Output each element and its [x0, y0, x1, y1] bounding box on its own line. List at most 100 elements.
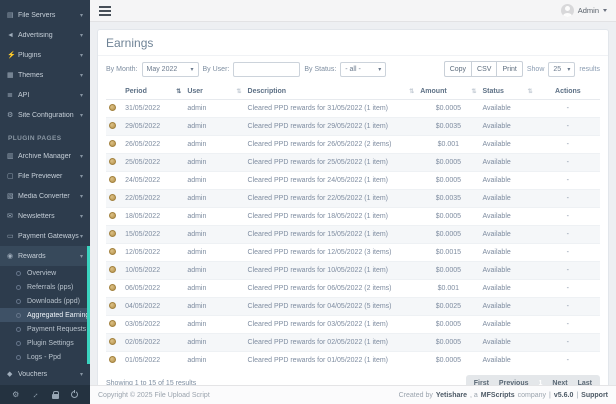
brand-link[interactable]: Yetishare: [436, 392, 467, 399]
cell-amount: $0.0035: [417, 190, 479, 208]
column-header-period[interactable]: Period: [122, 84, 184, 100]
sidebar-subitem-label: Referrals (pps): [27, 284, 73, 291]
cell-user: admin: [184, 316, 244, 334]
sidebar-bottom-bar: [0, 385, 90, 404]
cell-description: Cleared PPD rewards for 25/05/2022 (1 it…: [245, 154, 418, 172]
sidebar-subitem[interactable]: Overview: [0, 266, 90, 280]
sidebar-subitem[interactable]: Plugin Settings: [0, 336, 90, 350]
sidebar-item-vouchers[interactable]: ◆ Vouchers: [0, 364, 90, 384]
hamburger-menu-icon[interactable]: [99, 6, 111, 16]
cell-period: 04/05/2022: [122, 298, 184, 316]
envelope-icon: ✉: [7, 212, 18, 220]
csv-button[interactable]: CSV: [471, 61, 497, 77]
admin-menu[interactable]: Admin: [561, 4, 607, 17]
sidebar-item[interactable]: ▦ Themes: [0, 65, 90, 85]
chevron-down-icon: [80, 112, 83, 119]
power-icon[interactable]: [71, 391, 78, 398]
month-select[interactable]: May 2022: [142, 62, 199, 77]
chevron-down-icon: [603, 9, 607, 12]
cell-icon: [106, 352, 122, 370]
coin-icon: [109, 356, 116, 363]
credits-suffix: company: [518, 392, 546, 399]
sidebar-item[interactable]: ▤ File Servers: [0, 5, 90, 25]
cell-icon: [106, 118, 122, 136]
sidebar-subitem[interactable]: Downloads (ppd): [0, 294, 90, 308]
sidebar-item-rewards[interactable]: ◉ Rewards: [0, 246, 90, 266]
cell-user: admin: [184, 352, 244, 370]
sidebar-item[interactable]: ▧ Media Converter: [0, 186, 90, 206]
chevron-down-icon: [80, 371, 83, 378]
sidebar-item[interactable]: ▭ Payment Gateways: [0, 226, 90, 246]
status-select[interactable]: - all -: [340, 62, 386, 77]
sidebar-item[interactable]: ⚙ Site Configuration: [0, 105, 90, 125]
credits-infix: , a: [470, 392, 478, 399]
cell-description: Cleared PPD rewards for 02/05/2022 (1 it…: [245, 334, 418, 352]
column-header-amount[interactable]: Amount: [417, 84, 479, 100]
chevron-down-icon: [80, 213, 83, 220]
cell-description: Cleared PPD rewards for 03/05/2022 (1 it…: [245, 316, 418, 334]
cell-amount: $0.001: [417, 136, 479, 154]
print-button[interactable]: Print: [496, 61, 522, 77]
column-header-user[interactable]: User: [184, 84, 244, 100]
sidebar-item[interactable]: ⚡ Plugins: [0, 45, 90, 65]
created-by-text: Created by: [399, 392, 433, 399]
company-link[interactable]: MFScripts: [481, 392, 515, 399]
chevron-down-icon: [80, 233, 83, 240]
support-link[interactable]: Support: [581, 392, 608, 399]
cell-status: Available: [479, 352, 535, 370]
cell-amount: $0.0025: [417, 298, 479, 316]
cell-status: Available: [479, 316, 535, 334]
sidebar-subitem[interactable]: Referrals (pps): [0, 280, 90, 294]
sidebar-subitem[interactable]: Logs - Ppd: [0, 350, 90, 364]
divider: |: [576, 392, 578, 399]
fullscreen-icon[interactable]: [30, 389, 41, 400]
copy-button[interactable]: Copy: [444, 61, 472, 77]
column-header-description[interactable]: Description: [245, 84, 418, 100]
sidebar-subitem-label: Overview: [27, 270, 56, 277]
cell-period: 03/05/2022: [122, 316, 184, 334]
cell-user: admin: [184, 208, 244, 226]
user-filter-input[interactable]: [233, 62, 300, 77]
cell-amount: $0.0005: [417, 226, 479, 244]
sidebar-subitem[interactable]: Aggregated Earnings: [0, 308, 90, 322]
cell-amount: $0.0005: [417, 334, 479, 352]
status-select-value: - all -: [345, 66, 361, 73]
cell-description: Cleared PPD rewards for 06/05/2022 (2 it…: [245, 280, 418, 298]
chevron-down-icon: [80, 72, 83, 79]
column-header-status[interactable]: Status: [479, 84, 535, 100]
coin-icon: [109, 248, 116, 255]
cell-user: admin: [184, 262, 244, 280]
image-icon: ▦: [7, 71, 18, 79]
cell-status: Available: [479, 100, 535, 118]
cell-actions: -: [536, 226, 600, 244]
sidebar-item[interactable]: ▢ File Previewer: [0, 166, 90, 186]
sidebar-item-label: Site Configuration: [18, 112, 80, 119]
cell-description: Cleared PPD rewards for 26/05/2022 (2 it…: [245, 136, 418, 154]
cell-status: Available: [479, 262, 535, 280]
cell-amount: $0.0005: [417, 154, 479, 172]
cell-description: Cleared PPD rewards for 24/05/2022 (1 it…: [245, 172, 418, 190]
sidebar-item[interactable]: ▥ Archive Manager: [0, 146, 90, 166]
page-size-select[interactable]: 25: [548, 62, 575, 77]
sidebar-subitem[interactable]: Payment Requests: [0, 322, 90, 336]
export-button-group: Copy CSV Print: [444, 61, 523, 77]
cell-user: admin: [184, 154, 244, 172]
page-content: Earnings By Month: May 2022 By User: By …: [90, 22, 616, 385]
icon-column-header: [106, 84, 122, 100]
page-title: Earnings: [98, 30, 608, 56]
cell-icon: [106, 208, 122, 226]
coin-icon: [109, 266, 116, 273]
by-month-label: By Month:: [106, 66, 138, 73]
table-row: 15/05/2022 admin Cleared PPD rewards for…: [106, 226, 600, 244]
cell-status: Available: [479, 334, 535, 352]
chevron-down-icon: [80, 52, 83, 59]
settings-icon[interactable]: [12, 391, 19, 399]
cell-actions: -: [536, 334, 600, 352]
sidebar-item[interactable]: ≣ API: [0, 85, 90, 105]
sidebar-item[interactable]: ✉ Newsletters: [0, 206, 90, 226]
cell-icon: [106, 244, 122, 262]
lock-icon[interactable]: [52, 394, 59, 399]
cell-icon: [106, 136, 122, 154]
cell-description: Cleared PPD rewards for 29/05/2022 (1 it…: [245, 118, 418, 136]
sidebar-item[interactable]: ◄ Advertising: [0, 25, 90, 45]
